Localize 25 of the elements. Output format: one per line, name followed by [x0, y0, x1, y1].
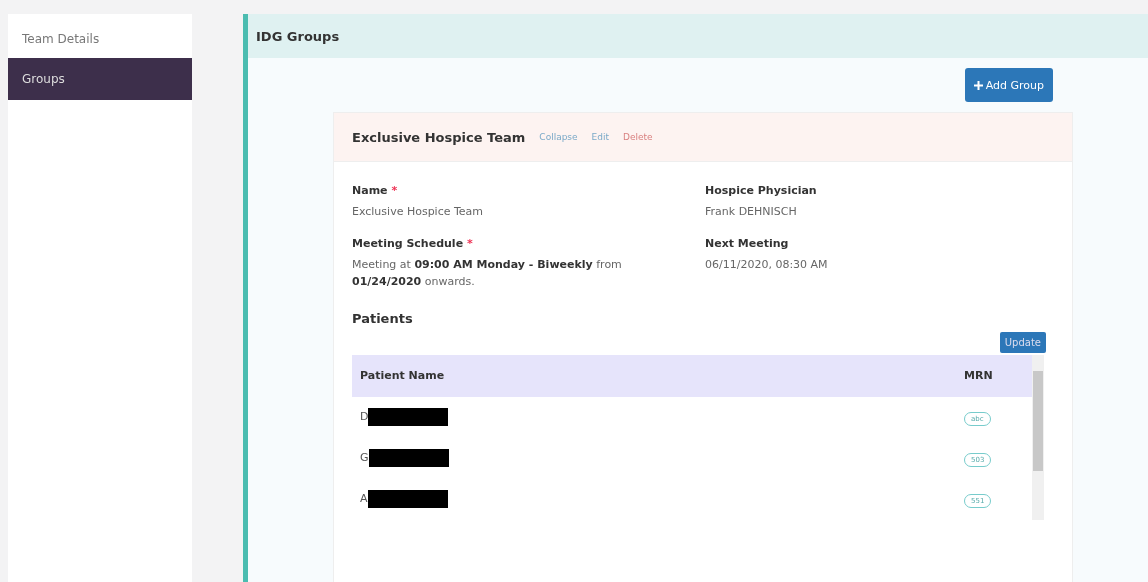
field-value: Exclusive Hospice Team: [352, 204, 485, 220]
action-link[interactable]: Edit: [591, 132, 610, 142]
sidebar-item[interactable]: Team Details: [8, 20, 192, 58]
column-header: MRN: [956, 354, 1032, 397]
table-cell: A: [352, 478, 956, 520]
table-cell: D: [352, 396, 956, 438]
field-label: Next Meeting: [705, 236, 790, 250]
panel-title: IDG Groups: [256, 28, 340, 44]
column-header: Patient Name: [352, 354, 956, 397]
action-link[interactable]: Collapse: [539, 132, 578, 142]
section-title: Patients: [352, 310, 414, 326]
field-label: Name *: [352, 184, 399, 197]
plus-icon: [973, 80, 983, 90]
field-value: Meeting at 09:00 AM Monday - Biweekly from 01/24/2020 onwards.: [352, 256, 623, 291]
field-value: 06/11/2020, 08:30 AM: [705, 256, 829, 273]
add-group-button[interactable]: Add Group: [964, 68, 1053, 102]
field-label: Meeting Schedule *: [352, 236, 474, 250]
field-value: Frank DEHNISCH: [705, 204, 798, 220]
action-link[interactable]: Delete: [623, 132, 653, 142]
field-label: Hospice Physician: [705, 184, 818, 197]
sidebar-item[interactable]: Groups: [8, 58, 192, 100]
table-cell: G: [352, 437, 956, 479]
group-title: Exclusive Hospice Team: [352, 129, 526, 145]
update-button[interactable]: Update: [999, 331, 1046, 353]
scrollbar[interactable]: [1032, 354, 1044, 520]
